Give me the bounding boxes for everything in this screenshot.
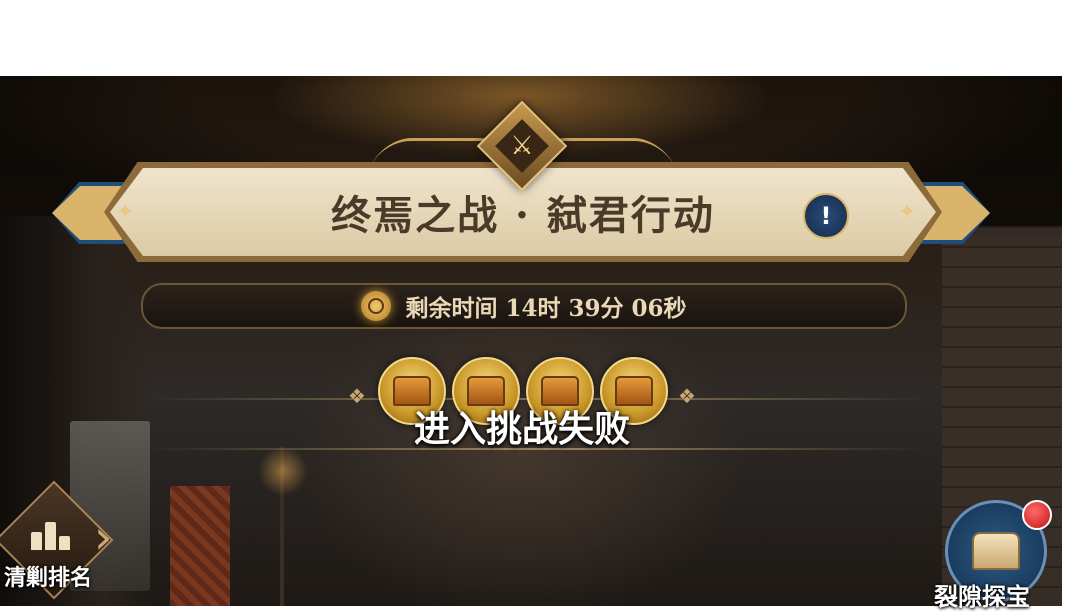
hanging-banner-prop [170,486,230,606]
challenge-failed-toast: 进入挑战失败 [413,409,630,450]
stopwatch-icon [361,291,392,321]
rift-treasure-label[interactable]: 裂隙探宝 [934,577,1030,612]
ranking-label[interactable]: 清剿排名 [4,560,92,592]
remaining-time-text: 剩余时间 14时 39分 06秒 [405,295,687,322]
lamp-glow [258,446,308,496]
timer-bar: 剩余时间 14时 39分 06秒 [141,283,907,329]
info-icon: ! [820,202,832,230]
star-ornament-right-icon: ✦ [898,200,917,225]
ranking-bars-icon [31,520,75,550]
notification-badge [1022,500,1052,530]
chevron-right-icon: › [94,510,113,564]
info-button[interactable]: ! [803,193,849,239]
treasure-chest-icon [972,532,1020,570]
star-ornament-left-icon: ✦ [116,200,135,225]
crossed-swords-icon: ⚔ [510,131,534,161]
